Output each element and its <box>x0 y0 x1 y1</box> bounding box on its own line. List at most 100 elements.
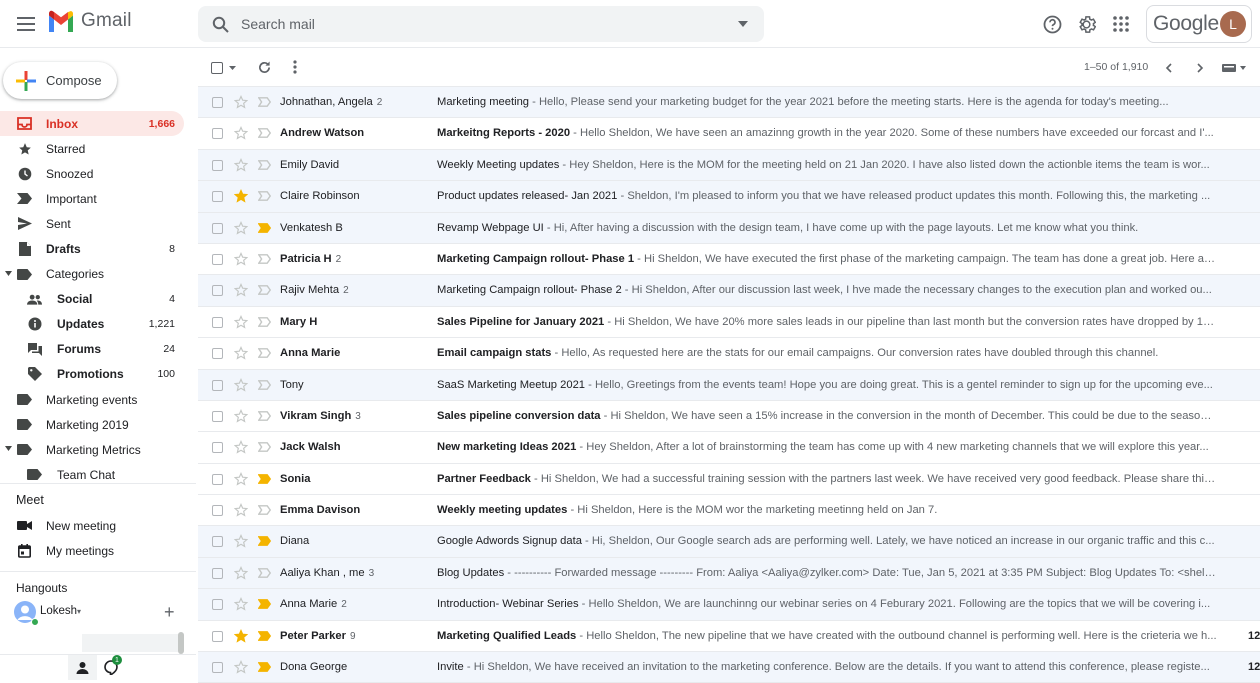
row-checkbox[interactable] <box>212 285 223 297</box>
sidebar-item-marketing-events[interactable]: Marketing events <box>0 387 196 412</box>
sidebar-item-starred[interactable]: Starred <box>0 136 196 161</box>
star-icon[interactable] <box>234 251 248 266</box>
table-row[interactable]: Claire Robinson Product updates released-… <box>198 181 1260 213</box>
sidebar-item-important[interactable]: Important <box>0 186 196 211</box>
important-marker-icon[interactable] <box>258 159 271 170</box>
expand-caret-icon[interactable] <box>5 446 12 452</box>
star-icon[interactable] <box>234 283 248 297</box>
search-input[interactable] <box>241 6 711 42</box>
table-row[interactable]: Rajiv Mehta 2 Marketing Campaign rollout- … <box>198 275 1260 307</box>
star-icon[interactable] <box>234 471 248 486</box>
row-checkbox[interactable] <box>212 253 223 265</box>
row-checkbox[interactable] <box>212 473 223 485</box>
settings-gear-icon[interactable] <box>1076 14 1096 34</box>
refresh-icon[interactable] <box>258 61 271 74</box>
star-icon[interactable] <box>234 565 248 580</box>
table-row[interactable]: Patricia H 2 Marketing Campaign rollout- P… <box>198 243 1260 276</box>
select-dropdown-icon[interactable] <box>229 66 236 70</box>
important-marker-icon[interactable] <box>258 536 271 547</box>
star-icon[interactable] <box>234 314 248 329</box>
gmail-logo[interactable]: Gmail <box>47 10 132 32</box>
input-tools-keyboard-icon[interactable] <box>1222 63 1238 73</box>
table-row[interactable]: Peter Parker 9 Marketing Qualified Leads -… <box>198 620 1260 653</box>
more-options-icon[interactable] <box>293 60 297 74</box>
star-icon[interactable] <box>234 628 248 643</box>
sidebar-item-promotions[interactable]: Promotions 100 <box>0 362 196 387</box>
search-options-dropdown-icon[interactable] <box>738 21 748 27</box>
important-marker-icon[interactable] <box>258 505 271 515</box>
row-checkbox[interactable] <box>212 630 223 642</box>
sidebar-item-marketing-metrics[interactable]: Marketing Metrics <box>0 437 196 462</box>
row-checkbox[interactable] <box>212 316 223 328</box>
star-icon[interactable] <box>234 440 248 454</box>
row-checkbox[interactable] <box>212 567 223 579</box>
table-row[interactable]: Andrew Watson Markeitng Reports - 2020 - … <box>198 118 1260 150</box>
star-icon[interactable] <box>234 408 248 423</box>
row-checkbox[interactable] <box>212 536 223 548</box>
row-checkbox[interactable] <box>212 222 223 234</box>
table-row[interactable]: Venkatesh B Revamp Webpage UI - Hi, After… <box>198 212 1260 244</box>
star-icon[interactable] <box>234 503 248 517</box>
google-account-button[interactable]: Google L <box>1146 5 1252 43</box>
help-icon[interactable] <box>1042 14 1062 34</box>
important-marker-icon[interactable] <box>258 254 271 264</box>
important-marker-icon[interactable] <box>258 285 271 296</box>
expand-caret-icon[interactable] <box>5 270 12 276</box>
table-row[interactable]: Anna Marie Email campaign stats - Hello, … <box>198 338 1260 370</box>
important-marker-icon[interactable] <box>258 473 271 484</box>
row-checkbox[interactable] <box>212 379 223 391</box>
star-icon[interactable] <box>234 660 248 674</box>
newer-page-icon[interactable] <box>1165 63 1172 73</box>
row-checkbox[interactable] <box>212 348 223 360</box>
star-icon[interactable] <box>234 95 248 109</box>
hangouts-user[interactable]: Lokesh ▾ + <box>14 601 194 626</box>
table-row[interactable]: Emma Davison Weekly meeting updates - Hi … <box>198 495 1260 527</box>
row-checkbox[interactable] <box>212 97 223 108</box>
chat-tab[interactable]: 1 <box>104 655 122 680</box>
star-icon[interactable] <box>234 597 248 611</box>
sidebar-item-marketing-2019[interactable]: Marketing 2019 <box>0 412 196 437</box>
table-row[interactable]: Anna Marie 2 Introduction- Webinar Series … <box>198 589 1260 621</box>
row-checkbox[interactable] <box>212 505 223 517</box>
sidebar-item-updates[interactable]: Updates 1,221 <box>0 312 196 337</box>
sidebar-item-forums[interactable]: Forums 24 <box>0 337 196 362</box>
table-row[interactable]: Dona George Invite - Hi Sheldon, We have … <box>198 652 1260 683</box>
table-row[interactable]: Aaliya Khan , me 3 Blog Updates - --------… <box>198 557 1260 590</box>
star-icon[interactable] <box>234 534 248 549</box>
row-checkbox[interactable] <box>212 128 223 140</box>
row-checkbox[interactable] <box>212 442 223 454</box>
important-marker-icon[interactable] <box>258 442 271 453</box>
sidebar-scrollbar[interactable] <box>178 632 184 654</box>
contacts-tab[interactable] <box>68 655 97 680</box>
important-marker-icon[interactable] <box>258 411 271 421</box>
sidebar-item-drafts[interactable]: Drafts 8 <box>0 236 196 261</box>
apps-grid-icon[interactable] <box>1111 14 1131 34</box>
row-checkbox[interactable] <box>212 662 223 674</box>
table-row[interactable]: Johnathan, Angela 2 Marketing meeting - He… <box>198 87 1260 119</box>
important-marker-icon[interactable] <box>258 599 271 610</box>
important-marker-icon[interactable] <box>258 128 271 139</box>
important-marker-icon[interactable] <box>258 662 271 672</box>
account-avatar[interactable]: L <box>1220 11 1246 37</box>
important-marker-icon[interactable] <box>258 379 271 390</box>
table-row[interactable]: Emily David Weekly Meeting updates - Hey … <box>198 149 1260 182</box>
sidebar-item-snoozed[interactable]: Snoozed <box>0 161 196 186</box>
important-marker-icon[interactable] <box>258 630 271 641</box>
search-icon[interactable] <box>212 16 229 33</box>
user-menu-caret-icon[interactable]: ▾ <box>77 607 81 616</box>
sidebar-item-categories[interactable]: Categories <box>0 262 196 287</box>
important-marker-icon[interactable] <box>258 97 271 107</box>
add-hangout-icon[interactable]: + <box>164 602 175 623</box>
table-row[interactable]: Tony SaaS Marketing Meetup 2021 - Hello, … <box>198 369 1260 401</box>
table-row[interactable]: Sonia Partner Feedback - Hi Sheldon, We h… <box>198 463 1260 496</box>
row-checkbox[interactable] <box>212 599 223 611</box>
select-all-checkbox[interactable] <box>211 62 223 74</box>
sidebar-item-social[interactable]: Social 4 <box>0 287 196 312</box>
sidebar-item-sent[interactable]: Sent <box>0 211 196 236</box>
important-marker-icon[interactable] <box>258 222 271 233</box>
meet-new-meeting[interactable]: New meeting <box>0 513 196 538</box>
table-row[interactable]: Jack Walsh New marketing Ideas 2021 - Hey… <box>198 432 1260 464</box>
sidebar-item-inbox[interactable]: Inbox 1,666 <box>0 111 184 137</box>
main-menu-icon[interactable] <box>14 12 38 36</box>
input-tools-dropdown-icon[interactable] <box>1240 66 1246 70</box>
